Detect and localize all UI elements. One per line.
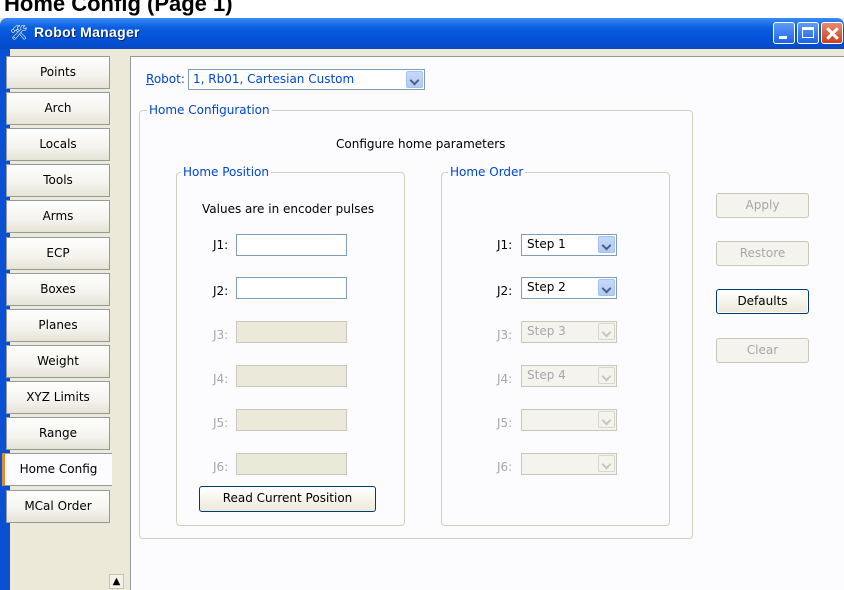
configure-heading: Configure home parameters — [336, 137, 506, 151]
order-j6-label: J6: — [497, 460, 513, 474]
background-window-text: Home Config (Page 1) — [4, 0, 233, 16]
order-j1-select[interactable]: Step 1 — [521, 234, 617, 256]
encoder-note: Values are in encoder pulses — [202, 202, 375, 216]
position-j4-input[interactable] — [236, 365, 347, 387]
tab-boxes[interactable]: Boxes — [6, 273, 110, 306]
home-order-title: Home Order — [448, 165, 526, 179]
chevron-down-icon[interactable] — [598, 323, 615, 340]
tab-xyz-limits[interactable]: XYZ Limits — [6, 381, 110, 414]
chevron-down-icon[interactable] — [598, 279, 615, 296]
chevron-down-icon[interactable] — [598, 411, 615, 428]
tab-home-config[interactable]: Home Config — [2, 453, 112, 486]
tab-arch[interactable]: Arch — [6, 92, 110, 125]
order-j1-value: Step 1 — [527, 237, 566, 251]
order-j4-select[interactable]: Step 4 — [521, 365, 617, 387]
robot-label: Robot: — [146, 72, 185, 86]
tab-weight[interactable]: Weight — [6, 345, 110, 378]
restore-button[interactable]: Restore — [716, 241, 809, 266]
tabs-scroll-up-button[interactable]: ▲ — [109, 574, 124, 589]
read-current-position-button[interactable]: Read Current Position — [199, 486, 376, 512]
tab-mcal-order[interactable]: MCal Order — [6, 490, 110, 523]
tab-range[interactable]: Range — [6, 417, 110, 450]
tab-arms[interactable]: Arms — [6, 200, 110, 233]
window-title: Robot Manager — [34, 24, 140, 40]
robot-select-value: 1, Rb01, Cartesian Custom — [193, 72, 355, 86]
position-j2-label: J2: — [213, 284, 229, 298]
tab-tools[interactable]: Tools — [6, 164, 110, 197]
order-j2-value: Step 2 — [527, 280, 566, 294]
robot-select[interactable]: 1, Rb01, Cartesian Custom — [188, 69, 425, 90]
clear-button[interactable]: Clear — [716, 338, 809, 363]
apply-button[interactable]: Apply — [716, 193, 809, 218]
position-j1-label: J1: — [213, 238, 229, 252]
position-j3-label: J3: — [213, 328, 229, 342]
background-window-strip: Home Config (Page 1) — [0, 0, 844, 18]
position-j5-label: J5: — [213, 416, 229, 430]
home-configuration-title: Home Configuration — [147, 103, 272, 117]
order-j3-label: J3: — [497, 328, 513, 342]
position-j2-input[interactable] — [236, 277, 347, 299]
chevron-down-icon[interactable] — [598, 367, 615, 384]
tab-locals[interactable]: Locals — [6, 128, 110, 161]
chevron-down-icon[interactable] — [598, 236, 615, 253]
position-j6-input[interactable] — [236, 453, 347, 475]
order-j2-label: J2: — [497, 284, 513, 298]
tab-ecp[interactable]: ECP — [6, 237, 110, 270]
robot-app-icon: 🛠 — [10, 25, 28, 41]
order-j3-select[interactable]: Step 3 — [521, 321, 617, 343]
order-j3-value: Step 3 — [527, 324, 566, 338]
position-j6-label: J6: — [213, 460, 229, 474]
chevron-down-icon[interactable] — [598, 455, 615, 472]
position-j5-input[interactable] — [236, 409, 347, 431]
order-j4-value: Step 4 — [527, 368, 566, 382]
order-j5-select[interactable] — [521, 409, 617, 431]
tab-planes[interactable]: Planes — [6, 309, 110, 342]
chevron-down-icon[interactable] — [406, 71, 423, 88]
title-bar[interactable]: 🛠 Robot Manager — [0, 18, 844, 49]
position-j1-input[interactable] — [236, 234, 347, 256]
order-j2-select[interactable]: Step 2 — [521, 277, 617, 299]
order-j5-label: J5: — [497, 416, 513, 430]
maximize-button[interactable] — [797, 22, 819, 44]
position-j4-label: J4: — [213, 372, 229, 386]
tab-points[interactable]: Points — [6, 56, 110, 89]
order-j6-select[interactable] — [521, 453, 617, 475]
home-position-title: Home Position — [181, 165, 271, 179]
defaults-button[interactable]: Defaults — [716, 289, 809, 314]
minimize-button[interactable] — [773, 22, 795, 44]
order-j1-label: J1: — [497, 238, 513, 252]
close-button[interactable] — [821, 22, 843, 44]
position-j3-input[interactable] — [236, 321, 347, 343]
order-j4-label: J4: — [497, 372, 513, 386]
